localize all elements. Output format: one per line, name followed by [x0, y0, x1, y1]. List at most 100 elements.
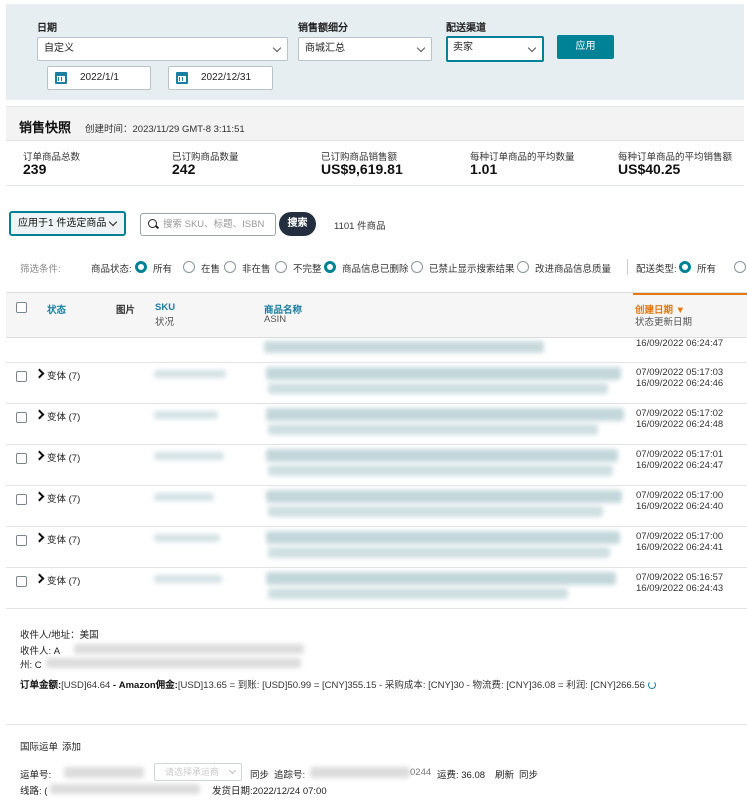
- column-header-sku[interactable]: SKU: [155, 302, 175, 313]
- delivery-filter-label: 配送类型:: [636, 264, 677, 275]
- chevron-right-icon[interactable]: [34, 409, 45, 420]
- status-radio-improve[interactable]: [517, 261, 529, 273]
- row-checkbox[interactable]: [16, 576, 27, 587]
- updated-date: 16/09/2022 06:24:47: [636, 460, 724, 471]
- created-date: 07/09/2022 05:17:01: [636, 449, 724, 460]
- calendar-icon[interactable]: [176, 72, 188, 84]
- sync-link[interactable]: 同步: [250, 767, 269, 781]
- status-radio-suppressed[interactable]: [411, 261, 423, 273]
- divider: [627, 259, 628, 275]
- variant-count: 变体 (7): [47, 371, 81, 382]
- channel-value: 卖家: [453, 42, 473, 53]
- row-checkbox[interactable]: [16, 453, 27, 464]
- search-input[interactable]: 搜索 SKU、标题、ISBN: [140, 213, 276, 236]
- recipient-state: 州: C: [20, 660, 42, 671]
- search-button[interactable]: 搜索: [279, 212, 316, 236]
- bulk-action-value: 应用于1 件选定商品: [18, 218, 107, 229]
- table-header: 状态 图片 SKU 状况 商品名称 ASIN 创建日期 ▼ 状态更新日期: [6, 292, 747, 338]
- status-radio-incomplete[interactable]: [275, 261, 287, 273]
- updated-date: 16/09/2022 06:24:46: [636, 378, 724, 389]
- status-radio-deleted[interactable]: [324, 261, 336, 273]
- blurred-asin: [268, 465, 613, 476]
- metric-value: 1.01: [470, 161, 498, 177]
- sync-link-2[interactable]: 同步: [519, 767, 538, 781]
- channel-select[interactable]: 卖家: [446, 36, 544, 62]
- metric-value: US$40.25: [618, 161, 681, 177]
- table-row[interactable]: 变体 (7) 07/09/2022 05:16:57 16/09/2022 06…: [6, 568, 747, 609]
- amount-value: [USD]64.64: [61, 680, 111, 691]
- table-row[interactable]: 变体 (7) 07/09/2022 05:17:00 16/09/2022 06…: [6, 527, 747, 568]
- created-date: 07/09/2022 05:17:00: [636, 490, 724, 501]
- row-checkbox[interactable]: [16, 535, 27, 546]
- blurred-waybill: [64, 767, 144, 778]
- blurred-sku: [154, 411, 218, 419]
- order-details: 收件人/地址：美国 收件人: A 州: C 订单金额:[USD]64.64 - …: [6, 622, 747, 712]
- table-row[interactable]: 变体 (7) 07/09/2022 05:17:02 16/09/2022 06…: [6, 404, 747, 445]
- snapshot-created-time: 创建时间：2023/11/29 GMT-8 3:11:51: [85, 124, 245, 135]
- chevron-right-icon[interactable]: [34, 491, 45, 502]
- freight-value: 运费: 36.08: [437, 770, 486, 781]
- variant-count: 变体 (7): [47, 412, 81, 423]
- blurred-title: [266, 367, 621, 380]
- column-header-status[interactable]: 状态: [47, 302, 66, 316]
- column-subheader-updated: 状态更新日期: [635, 317, 693, 328]
- row-checkbox[interactable]: [16, 494, 27, 505]
- bulk-action-select[interactable]: 应用于1 件选定商品: [9, 211, 126, 236]
- status-radio-all[interactable]: [135, 261, 147, 273]
- table-row[interactable]: 变体 (7) 07/09/2022 05:17:00 16/09/2022 06…: [6, 486, 747, 527]
- breakdown-value: 商城汇总: [305, 43, 345, 54]
- chevron-right-icon[interactable]: [34, 532, 45, 543]
- snapshot-header: 销售快照 创建时间：2023/11/29 GMT-8 3:11:51: [6, 107, 744, 141]
- chevron-right-icon[interactable]: [34, 368, 45, 379]
- calendar-icon[interactable]: [55, 72, 67, 84]
- end-date-field[interactable]: 2022/12/31: [168, 66, 273, 90]
- search-placeholder: 搜索 SKU、标题、ISBN: [163, 219, 265, 230]
- row-checkbox[interactable]: [16, 412, 27, 423]
- blurred-asin: [264, 341, 544, 353]
- recipient-address: 收件人/地址：美国: [20, 630, 99, 641]
- tracking-tail: 0244: [410, 767, 432, 778]
- recipient-name: 收件人: A: [20, 646, 61, 657]
- start-date-value: 2022/1/1: [80, 72, 119, 83]
- row-checkbox[interactable]: [16, 371, 27, 382]
- apply-button[interactable]: 应用: [557, 35, 614, 59]
- snapshot-title: 销售快照: [19, 120, 72, 135]
- chevron-down-icon: [416, 43, 426, 53]
- column-subheader-condition: 状况: [155, 317, 175, 328]
- table-row[interactable]: 变体 (7) 07/09/2022 05:17:03 16/09/2022 06…: [6, 363, 747, 404]
- updated-date: 16/09/2022 06:24:48: [636, 419, 724, 430]
- chevron-down-icon: [228, 766, 237, 775]
- blurred-sku: [154, 575, 222, 583]
- date-range-select[interactable]: 自定义: [37, 37, 288, 61]
- chevron-down-icon: [108, 217, 118, 227]
- refresh-link[interactable]: 刷新: [495, 767, 514, 781]
- end-date-value: 2022/12/31: [201, 72, 252, 83]
- table-row[interactable]: 变体 (7) 07/09/2022 05:17:01 16/09/2022 06…: [6, 445, 747, 486]
- chevron-right-icon[interactable]: [34, 573, 45, 584]
- carrier-select[interactable]: 请选择承运商: [154, 763, 242, 781]
- blurred-title: [266, 449, 618, 462]
- blurred-asin: [268, 424, 598, 435]
- breakdown-select[interactable]: 商城汇总: [298, 37, 432, 61]
- filter-panel: 日期 自定义 2022/1/1 2022/12/31 销售额细分 商城汇总 配送…: [6, 4, 744, 100]
- start-date-field[interactable]: 2022/1/1: [47, 66, 151, 90]
- refresh-icon[interactable]: [647, 681, 656, 689]
- item-count: 1101 件商品: [334, 221, 386, 232]
- blurred-sku: [154, 493, 214, 501]
- add-shipment-link[interactable]: 添加: [62, 739, 81, 753]
- created-date: 07/09/2022 05:17:02: [636, 408, 724, 419]
- status-radio-inactive[interactable]: [224, 261, 236, 273]
- blurred-asin: [268, 506, 603, 517]
- chevron-right-icon[interactable]: [34, 450, 45, 461]
- blurred-state: [46, 658, 301, 668]
- blurred-recipient: [74, 644, 304, 654]
- select-all-checkbox[interactable]: [16, 302, 27, 313]
- blurred-sku: [154, 534, 220, 542]
- delivery-radio-all[interactable]: [679, 261, 691, 273]
- delivery-radio-other[interactable]: [734, 261, 746, 273]
- table-row[interactable]: 16/09/2022 06:24:47: [6, 338, 747, 363]
- created-date: 07/09/2022 05:16:57: [636, 572, 724, 583]
- blurred-title: [266, 408, 624, 421]
- status-radio-active[interactable]: [183, 261, 195, 273]
- status-option-label: 不完整: [293, 264, 322, 275]
